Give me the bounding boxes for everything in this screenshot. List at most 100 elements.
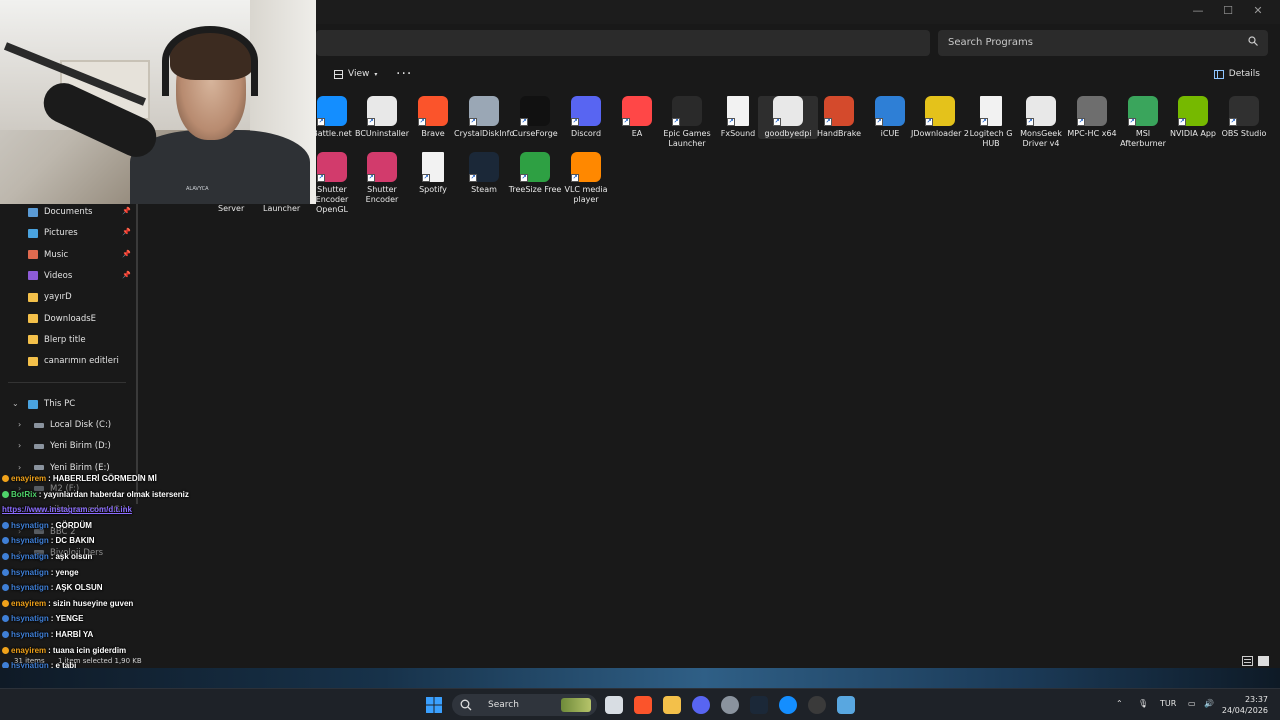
shortcut-arrow-icon: ↗: [1178, 118, 1186, 126]
steam-taskbar-icon[interactable]: [750, 696, 768, 714]
file-item[interactable]: ↗ OBS Studio: [1214, 96, 1274, 139]
mpchc-icon: ↗: [1077, 96, 1107, 126]
discord-icon: ↗: [571, 96, 601, 126]
details-view-icon[interactable]: [1242, 656, 1253, 666]
nav-item-label: yayırD: [44, 292, 72, 303]
chat-separator: :: [50, 614, 54, 624]
brave-taskbar-icon[interactable]: [634, 696, 652, 714]
nav-scrollbar[interactable]: [136, 204, 138, 504]
app-taskbar-icon[interactable]: [837, 696, 855, 714]
nav-item-label: DownloadsE: [44, 313, 97, 324]
details-icon: [1213, 69, 1224, 79]
chevron-down-icon[interactable]: ⌄: [12, 399, 19, 408]
chat-badge-icon: [2, 553, 9, 560]
nav-drive-item[interactable]: Yeni Birim (D:): [34, 441, 111, 451]
chat-username: hsynatign: [11, 536, 49, 546]
chat-username: hsynatign: [11, 614, 49, 624]
start-icon[interactable]: [425, 696, 443, 714]
nav-item[interactable]: Videos: [28, 271, 72, 281]
chevron-down-icon: ▾: [374, 70, 378, 78]
pictures-icon: [28, 228, 38, 238]
chat-badge-icon: [2, 537, 9, 545]
details-button[interactable]: Details: [1213, 69, 1260, 79]
taskbar-search[interactable]: Search: [452, 694, 597, 716]
chat-text: yenge: [55, 567, 79, 577]
chat-separator: :: [48, 645, 51, 655]
file-explorer-taskbar-icon[interactable]: [663, 696, 681, 714]
details-label: Details: [1228, 69, 1260, 79]
nav-item[interactable]: Documents: [28, 207, 92, 217]
videos-icon: [28, 271, 38, 281]
view-button[interactable]: View ▾: [334, 69, 377, 79]
file-icon: ↗: [422, 152, 444, 182]
nav-item-label: Music: [44, 249, 69, 260]
chevron-right-icon[interactable]: ›: [18, 441, 21, 450]
discord-taskbar-icon[interactable]: [692, 696, 710, 714]
monsgeek-icon: ↗: [1026, 96, 1056, 126]
obs-taskbar-icon[interactable]: [808, 696, 826, 714]
chat-link[interactable]: https://www.instagram.com/d.t.ink: [2, 505, 132, 514]
network-icon[interactable]: ▭: [1188, 699, 1196, 708]
chevron-up-icon[interactable]: ⌃: [1116, 699, 1123, 708]
close-button[interactable]: ✕: [1248, 4, 1268, 20]
nav-item[interactable]: yayırD: [28, 292, 72, 302]
clock-time: 23:37: [1244, 695, 1268, 704]
nav-item-label: This PC: [44, 399, 76, 409]
shortcut-arrow-icon: ↗: [622, 118, 630, 126]
chat-badge-icon: [2, 584, 9, 592]
nav-item[interactable]: Blerp title: [28, 335, 86, 345]
microphone-icon[interactable]: 🎙: [1138, 699, 1148, 708]
shortcut-arrow-icon: ↗: [980, 118, 988, 126]
taskbar: Search ⌃ 🎙 TUR ▭ 🔊 23:37 24/04/2026: [0, 688, 1280, 720]
search-highlight-icon: [561, 698, 591, 712]
nav-item[interactable]: DownloadsE: [28, 314, 96, 324]
chat-username: hsynatign: [11, 583, 49, 593]
shirt-logo: ALAVYCA: [186, 186, 209, 192]
goodbyedpi-icon: ↗: [773, 96, 803, 126]
command-bar: View ▾ ··· Details: [316, 64, 1280, 88]
nav-drive-item[interactable]: Local Disk (C:): [34, 420, 111, 430]
nav-item-label: Blerp title: [44, 334, 86, 345]
nav-drive-item[interactable]: Yeni Birim (E:): [34, 463, 110, 473]
nav-item-this-pc[interactable]: This PC: [28, 399, 75, 409]
nav-item[interactable]: Pictures: [28, 228, 78, 238]
chevron-right-icon[interactable]: ›: [18, 463, 21, 472]
search-placeholder: Search Programs: [948, 37, 1033, 48]
pin-icon[interactable]: 📌: [122, 207, 131, 215]
nav-item-label: Pictures: [44, 228, 78, 239]
task-view-icon[interactable]: [605, 696, 623, 714]
chat-text: YENGE: [55, 614, 84, 624]
minimize-button[interactable]: —: [1188, 4, 1208, 20]
nav-item-label: canarımın editleri: [44, 356, 119, 367]
chevron-right-icon[interactable]: ›: [18, 420, 21, 429]
shortcut-arrow-icon: ↗: [317, 118, 325, 126]
large-icons-view-icon[interactable]: [1258, 656, 1269, 666]
chat-text: aşk olsun: [55, 552, 93, 561]
file-item[interactable]: ↗ VLC media player: [556, 152, 616, 205]
bcuninstaller-icon: ↗: [367, 96, 397, 126]
address-bar[interactable]: [316, 30, 930, 56]
chat-message: enayirem: tuana icin giderdim: [2, 646, 126, 655]
nav-item[interactable]: canarımın editleri: [28, 356, 119, 366]
nav-item-label: Yeni Birim (D:): [50, 441, 111, 452]
pin-icon[interactable]: 📌: [122, 271, 131, 279]
language-indicator[interactable]: TUR: [1160, 699, 1176, 708]
search-input[interactable]: Search Programs: [938, 30, 1268, 56]
settings-taskbar-icon[interactable]: [721, 696, 739, 714]
pin-icon[interactable]: 📌: [122, 250, 131, 258]
vlc-icon: ↗: [571, 152, 601, 182]
shutter-encoder-icon: ↗: [317, 152, 347, 182]
steam-icon: ↗: [469, 152, 499, 182]
chat-text: yayınlardan haberdar olmak isterseniz: [43, 489, 189, 499]
more-options-button[interactable]: ···: [396, 66, 412, 82]
clock[interactable]: 23:37 24/04/2026: [1222, 694, 1268, 716]
battlenet-taskbar-icon[interactable]: [779, 696, 797, 714]
nav-item[interactable]: Music: [28, 250, 68, 260]
volume-icon[interactable]: 🔊: [1204, 699, 1214, 708]
folder-icon: [28, 314, 38, 323]
maximize-button[interactable]: ☐: [1218, 4, 1238, 20]
curseforge-icon: ↗: [520, 96, 550, 126]
computer-icon: [28, 399, 38, 409]
chat-badge-icon: [2, 646, 9, 654]
pin-icon[interactable]: 📌: [122, 228, 131, 236]
